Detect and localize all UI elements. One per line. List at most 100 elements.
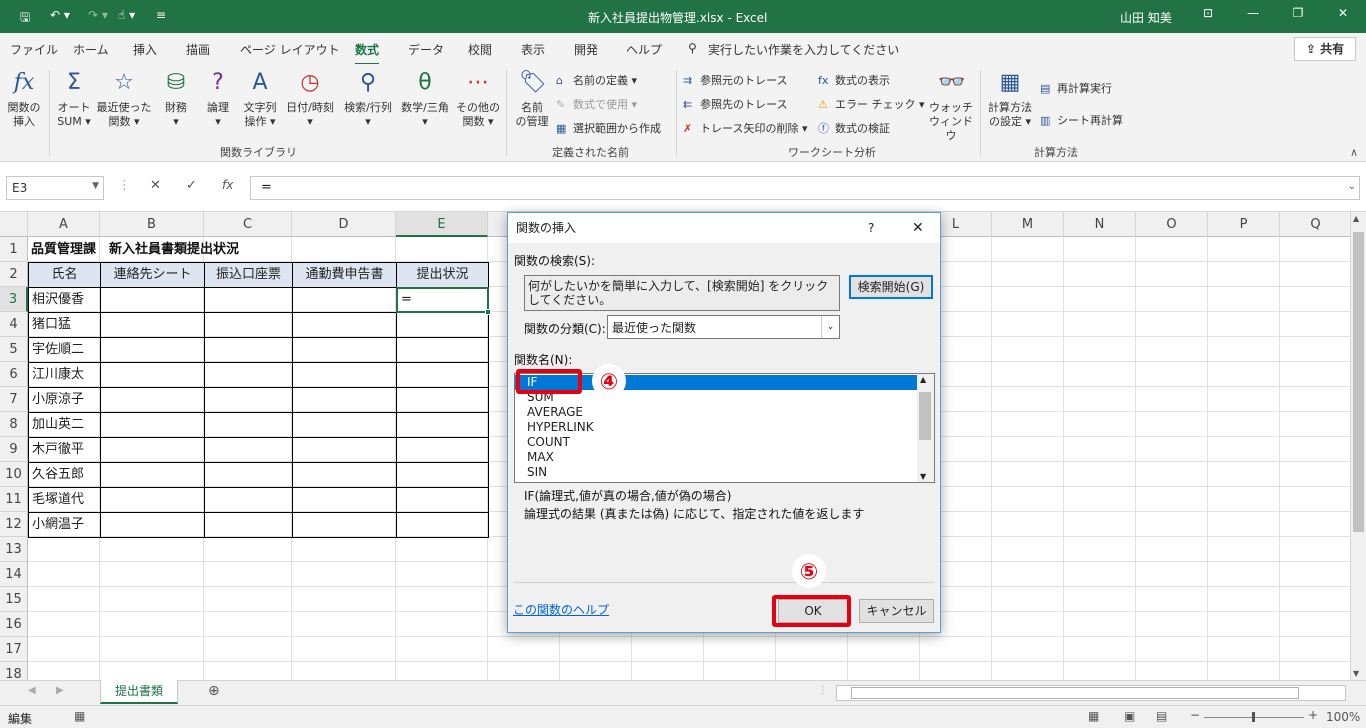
watch-window-button[interactable]: 👓 ウォッチ ウィンドウ [928,68,974,143]
table-header[interactable]: 振込口座票 [204,262,293,288]
row-header[interactable]: 6 [0,362,28,387]
dialog-close-icon[interactable]: ✕ [912,213,924,243]
page-layout-view-icon[interactable]: ▣ [1124,709,1135,723]
row-header[interactable]: 7 [0,387,28,412]
status-cell[interactable] [100,387,205,413]
expand-formula-icon[interactable]: ⌄ [1348,181,1356,192]
employee-name[interactable]: 相沢優香 [28,287,101,313]
use-in-formula-button[interactable]: ✎ 数式で使用 ▾ [556,96,637,112]
ribbon-display-icon[interactable]: ⊡ [1198,6,1218,20]
status-cell[interactable] [396,337,489,363]
scrollbar-thumb[interactable] [1353,232,1364,532]
status-cell[interactable] [204,412,293,438]
more-functions-button[interactable]: ⋯ その他の 関数 ▾ [455,68,501,129]
row-header[interactable]: 10 [0,462,28,487]
tab-view[interactable]: 表示 [521,41,545,58]
tab-formulas[interactable]: 数式 [355,41,380,65]
cancel-button[interactable]: キャンセル [859,599,934,623]
list-scroll-down-icon[interactable]: ▼ [920,472,926,481]
row-header[interactable]: 8 [0,412,28,437]
row-header[interactable]: 11 [0,487,28,512]
status-cell[interactable] [292,512,397,538]
insert-function-icon[interactable]: fx [222,178,233,192]
employee-name[interactable]: 木戸徹平 [28,437,101,463]
tab-developer[interactable]: 開発 [574,41,598,58]
status-cell[interactable] [396,512,489,538]
status-cell[interactable] [204,437,293,463]
prev-sheet-icon[interactable]: ◀ [28,685,36,696]
row-header[interactable]: 5 [0,337,28,362]
employee-name[interactable]: 江川康太 [28,362,101,388]
status-cell[interactable] [396,462,489,488]
status-cell[interactable] [292,412,397,438]
status-cell[interactable] [396,487,489,513]
row-header[interactable]: 15 [0,587,28,612]
status-cell[interactable] [204,387,293,413]
error-checking-button[interactable]: ⚠ エラー チェック ▾ [818,96,925,112]
scroll-up-icon[interactable]: ▲ [1353,214,1364,223]
evaluate-formula-button[interactable]: ⓕ 数式の検証 [818,120,890,136]
status-cell[interactable] [396,387,489,413]
share-button[interactable]: ⇪ 共有 [1294,37,1356,61]
formula-input[interactable]: = [250,176,1360,200]
zoom-level[interactable]: 100% [1326,710,1360,724]
row-header[interactable]: 9 [0,437,28,462]
customize-qat-icon[interactable]: ≡ [156,8,166,22]
status-cell[interactable] [204,512,293,538]
tab-help[interactable]: ヘルプ [626,41,662,58]
vertical-scrollbar[interactable]: ▲ ▼ [1350,212,1366,680]
fill-handle[interactable] [485,309,491,315]
next-sheet-icon[interactable]: ▶ [56,685,64,696]
table-header[interactable]: 提出状況 [396,262,489,288]
search-go-button[interactable]: 検索開始(G) [849,275,933,299]
datetime-button[interactable]: ◷ 日付/時刻 ▾ [282,68,338,129]
status-cell[interactable] [100,362,205,388]
status-cell[interactable] [292,337,397,363]
status-cell[interactable] [100,412,205,438]
sheet-tab-active[interactable]: 提出書類 [100,680,178,704]
tab-draw[interactable]: 描画 [186,41,210,58]
status-cell[interactable] [100,287,205,313]
row-header[interactable]: 12 [0,512,28,537]
status-cell[interactable] [396,437,489,463]
function-help-link[interactable]: この関数のヘルプ [513,601,609,618]
status-cell[interactable] [396,362,489,388]
help-icon[interactable]: ? [868,213,874,243]
horizontal-scrollbar[interactable] [836,685,1346,701]
status-cell[interactable] [396,412,489,438]
name-manager-button[interactable]: 🏷 名前 の管理 [512,68,552,129]
zoom-out-icon[interactable]: − [1190,708,1200,722]
status-cell[interactable] [292,437,397,463]
insert-function-button[interactable]: fx 関数の 挿入 [4,68,44,129]
column-header[interactable]: A [28,212,100,237]
column-header[interactable]: N [1064,212,1136,237]
employee-name[interactable]: 宇佐順二 [28,337,101,363]
function-item[interactable]: MAX [527,450,554,465]
zoom-in-icon[interactable]: + [1308,708,1318,722]
save-icon[interactable]: 🖫 [20,8,30,29]
remove-arrows-button[interactable]: ✗ トレース矢印の削除 ▾ [683,120,807,136]
active-cell-e3[interactable]: = [396,287,489,313]
column-header[interactable]: C [204,212,292,237]
category-select[interactable]: 最近使った関数 ⌄ [607,315,840,339]
employee-name[interactable]: 小原涼子 [28,387,101,413]
status-cell[interactable] [100,337,205,363]
employee-name[interactable]: 毛塚道代 [28,487,101,513]
minimize-icon[interactable]: — [1243,6,1263,20]
function-item[interactable]: SIN [527,465,547,480]
status-cell[interactable] [204,337,293,363]
status-cell[interactable] [292,362,397,388]
tab-file[interactable]: ファイル [10,41,58,58]
cancel-entry-icon[interactable]: ✕ [150,178,161,193]
create-from-selection-button[interactable]: ▦ 選択範囲から作成 [556,120,661,136]
column-header[interactable]: D [292,212,396,237]
status-cell[interactable] [204,312,293,338]
close-icon[interactable]: ✕ [1333,6,1353,20]
status-cell[interactable] [204,487,293,513]
function-search-input[interactable]: 何がしたいかを簡単に入力して、[検索開始] をクリックしてください。 [524,275,840,311]
status-cell[interactable] [292,312,397,338]
touch-mode-icon[interactable]: ☝ ▾ [118,8,135,22]
row-header[interactable]: 14 [0,562,28,587]
autosum-button[interactable]: Σ オート SUM ▾ [54,68,94,129]
employee-name[interactable]: 猪口猛 [28,312,101,338]
